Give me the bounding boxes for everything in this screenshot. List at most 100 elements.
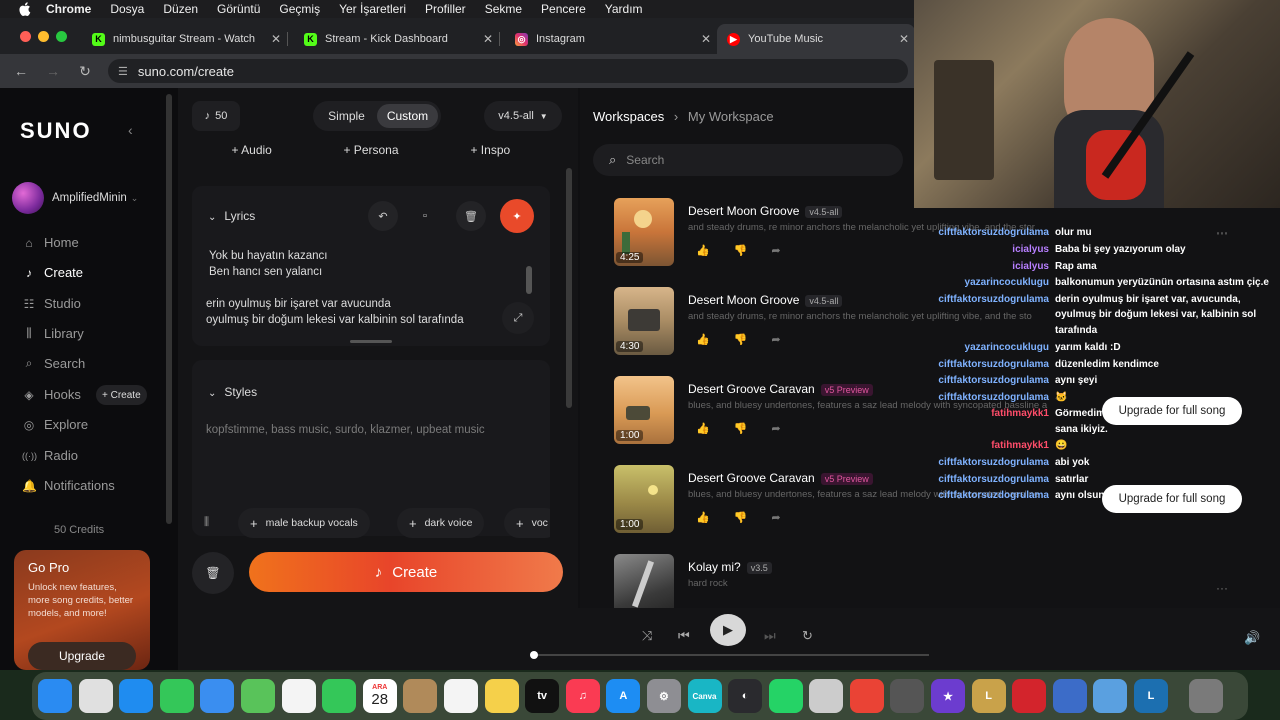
- library-icon[interactable]: ⫼: [204, 516, 209, 529]
- breadcrumb-workspaces[interactable]: Workspaces: [593, 109, 664, 124]
- sidebar-item-search[interactable]: ⌕ Search: [22, 356, 86, 371]
- riot-icon[interactable]: [1012, 679, 1047, 713]
- thumbs-down-icon[interactable]: 👎: [734, 244, 748, 257]
- forward-icon[interactable]: →: [46, 63, 60, 79]
- tag-chip[interactable]: + male backup vocals: [238, 508, 370, 538]
- preview-icon[interactable]: [1093, 679, 1128, 713]
- progress-bar[interactable]: [530, 651, 929, 659]
- previous-icon[interactable]: ⏮: [678, 628, 690, 644]
- launchpad-icon[interactable]: [78, 679, 113, 713]
- workspace-search-input[interactable]: ⌕ Search: [593, 144, 903, 176]
- play-button[interactable]: ▶: [710, 614, 746, 646]
- create-button[interactable]: ♪ Create: [249, 552, 563, 592]
- league-icon[interactable]: L: [971, 679, 1006, 713]
- menu-bookmarks[interactable]: Yer İşaretleri: [339, 2, 406, 16]
- finder-icon[interactable]: [38, 679, 72, 713]
- hooks-create-button[interactable]: + Create: [96, 385, 147, 405]
- suno-logo[interactable]: SUNO: [20, 118, 92, 144]
- chrome-icon[interactable]: [849, 679, 884, 713]
- resize-handle[interactable]: [350, 340, 392, 343]
- star-app-icon[interactable]: ★: [931, 679, 966, 713]
- shuffle-icon[interactable]: ⤨: [642, 628, 652, 644]
- tab-nimbusguitar[interactable]: K nimbusguitar Stream - Watch ✕: [82, 24, 288, 54]
- league-client-icon[interactable]: L: [1134, 679, 1169, 713]
- minimize-window-button[interactable]: [38, 31, 49, 42]
- more-options-icon[interactable]: ···: [1216, 581, 1228, 595]
- menu-help[interactable]: Yardım: [605, 2, 643, 16]
- thumbs-up-icon[interactable]: 👍: [696, 333, 710, 346]
- maps-icon[interactable]: [240, 679, 275, 713]
- undo-icon[interactable]: ↶: [368, 201, 398, 231]
- mail-icon[interactable]: [200, 679, 235, 713]
- menu-chrome[interactable]: Chrome: [46, 2, 91, 16]
- menu-tab[interactable]: Sekme: [485, 2, 522, 16]
- tab-instagram[interactable]: ◎ Instagram ✕: [505, 24, 718, 54]
- song-title[interactable]: Kolay mi?: [688, 560, 741, 574]
- thumbs-down-icon[interactable]: 👎: [734, 333, 748, 346]
- obs-icon[interactable]: ◐: [728, 679, 763, 713]
- site-settings-icon[interactable]: ☰: [118, 65, 128, 78]
- appletv-icon[interactable]: tv: [525, 679, 560, 713]
- tag-chip[interactable]: + dark voice: [397, 508, 485, 538]
- styles-header[interactable]: ⌄ Styles: [208, 385, 257, 399]
- tag-chip[interactable]: + voc: [504, 508, 550, 538]
- menu-file[interactable]: Dosya: [110, 2, 144, 16]
- lyrics-header[interactable]: ⌄ Lyrics: [208, 209, 255, 223]
- eye-app-icon[interactable]: [1052, 679, 1087, 713]
- close-tab-icon[interactable]: ✕: [899, 32, 909, 46]
- sidebar-item-notifications[interactable]: 🔔 Notifications: [22, 478, 115, 493]
- calendar-icon[interactable]: ARA 28: [362, 679, 397, 713]
- sidebar-item-library[interactable]: ⫼ Library: [22, 326, 84, 341]
- song-row[interactable]: Kolay mi? v3.5 hard rock: [614, 554, 1034, 608]
- collapse-sidebar-icon[interactable]: ‹: [128, 122, 133, 138]
- share-icon[interactable]: ➦: [771, 422, 780, 435]
- model-version-select[interactable]: v4.5-all ▼: [484, 101, 562, 131]
- close-tab-icon[interactable]: ✕: [483, 32, 493, 46]
- settings-icon[interactable]: ⚙: [646, 679, 681, 713]
- simple-mode-button[interactable]: Simple: [316, 104, 377, 128]
- calculator-icon[interactable]: [890, 679, 925, 713]
- lyrics-line[interactable]: Ben hancı sen yalancı: [209, 266, 322, 278]
- share-icon[interactable]: ➦: [771, 244, 780, 257]
- menu-window[interactable]: Pencere: [541, 2, 586, 16]
- upgrade-full-song-button[interactable]: Upgrade for full song: [1102, 485, 1242, 513]
- safari-icon[interactable]: [119, 679, 154, 713]
- thumbs-up-icon[interactable]: 👍: [696, 422, 710, 435]
- upgrade-button[interactable]: Upgrade: [28, 642, 136, 670]
- lyrics-line[interactable]: erin oyulmuş bir işaret var avucunda: [206, 298, 391, 310]
- magic-wand-icon[interactable]: ✦: [500, 199, 534, 233]
- user-menu[interactable]: AmplifiedMinin ⌄: [12, 182, 138, 214]
- clear-icon[interactable]: ▫: [410, 201, 440, 231]
- song-title[interactable]: Desert Groove Caravan: [688, 471, 815, 485]
- create-scrollbar[interactable]: [566, 168, 572, 408]
- song-title[interactable]: Desert Moon Groove: [688, 293, 799, 307]
- sidebar-item-home[interactable]: ⌂ Home: [22, 235, 78, 250]
- notes-icon[interactable]: [484, 679, 519, 713]
- zoom-window-button[interactable]: [56, 31, 67, 42]
- music-icon[interactable]: ♫: [565, 679, 600, 713]
- clear-form-button[interactable]: 🗑: [192, 552, 234, 594]
- reload-icon[interactable]: ↻: [78, 63, 92, 80]
- lyrics-line[interactable]: Yok bu hayatın kazancı: [209, 250, 328, 262]
- close-window-button[interactable]: [20, 31, 31, 42]
- lyrics-scrollbar[interactable]: [526, 266, 532, 294]
- thumbs-down-icon[interactable]: 👎: [734, 511, 748, 524]
- sidebar-item-hooks[interactable]: ◈ Hooks: [22, 387, 80, 402]
- close-tab-icon[interactable]: ✕: [271, 32, 281, 46]
- lyrics-line[interactable]: oyulmuş bir doğum lekesi var kalbinin so…: [206, 314, 464, 326]
- appstore-icon[interactable]: A: [606, 679, 641, 713]
- custom-mode-button[interactable]: Custom: [377, 104, 438, 128]
- back-icon[interactable]: ←: [14, 63, 28, 79]
- upgrade-full-song-button[interactable]: Upgrade for full song: [1102, 397, 1242, 425]
- address-bar[interactable]: ☰ suno.com/create: [108, 59, 908, 83]
- sidebar-item-explore[interactable]: ◎ Explore: [22, 417, 88, 432]
- progress-handle[interactable]: [530, 651, 538, 659]
- expand-icon[interactable]: ⤢: [502, 302, 534, 334]
- whatsapp-icon[interactable]: [768, 679, 803, 713]
- thumbs-up-icon[interactable]: 👍: [696, 511, 710, 524]
- share-icon[interactable]: ➦: [771, 333, 780, 346]
- sidebar-item-radio[interactable]: ((·)) Radio: [22, 448, 78, 463]
- add-persona-button[interactable]: + Persona: [311, 143, 430, 157]
- tab-youtube-music[interactable]: ▶ YouTube Music ✕: [717, 24, 915, 54]
- thumbs-down-icon[interactable]: 👎: [734, 422, 748, 435]
